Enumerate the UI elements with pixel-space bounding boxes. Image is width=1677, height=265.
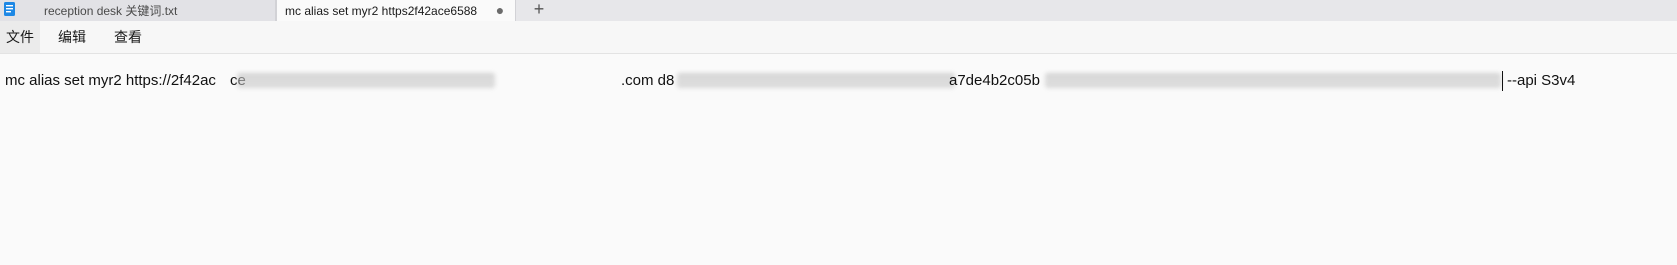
- tab-strip: reception desk 关键词.txt mc alias set myr2…: [0, 0, 1677, 21]
- text-editor[interactable]: mc alias set myr2 https://2f42ac ce .com…: [0, 54, 1677, 265]
- notepad-window: reception desk 关键词.txt mc alias set myr2…: [0, 0, 1677, 265]
- new-tab-button[interactable]: +: [528, 0, 550, 20]
- line-text-part: a7de4b2c05b: [949, 72, 1040, 89]
- unsaved-dot-icon[interactable]: ●: [491, 2, 509, 18]
- menu-edit[interactable]: 编辑: [52, 21, 92, 53]
- notepad-file-icon: [4, 2, 15, 16]
- menu-file[interactable]: 文件: [0, 21, 40, 53]
- line-text-part: mc alias set myr2 https://2f42ac: [5, 72, 216, 89]
- menu-bar: 文件 编辑 查看: [0, 21, 1677, 54]
- redaction-blur: [677, 73, 955, 88]
- line-text-part: .com d8: [621, 72, 675, 89]
- tab-title: mc alias set myr2 https2f42ace6588: [285, 3, 478, 18]
- line-text-part: --api S3v4: [1507, 72, 1576, 89]
- redaction-blur: [237, 73, 495, 88]
- tab-mc-alias[interactable]: mc alias set myr2 https2f42ace6588 ●: [276, 0, 516, 21]
- menu-view[interactable]: 查看: [108, 21, 148, 53]
- tab-reception-desk[interactable]: reception desk 关键词.txt: [0, 0, 276, 21]
- redaction-blur: [1045, 73, 1501, 88]
- tab-title: reception desk 关键词.txt: [44, 4, 178, 18]
- text-caret: [1502, 71, 1503, 91]
